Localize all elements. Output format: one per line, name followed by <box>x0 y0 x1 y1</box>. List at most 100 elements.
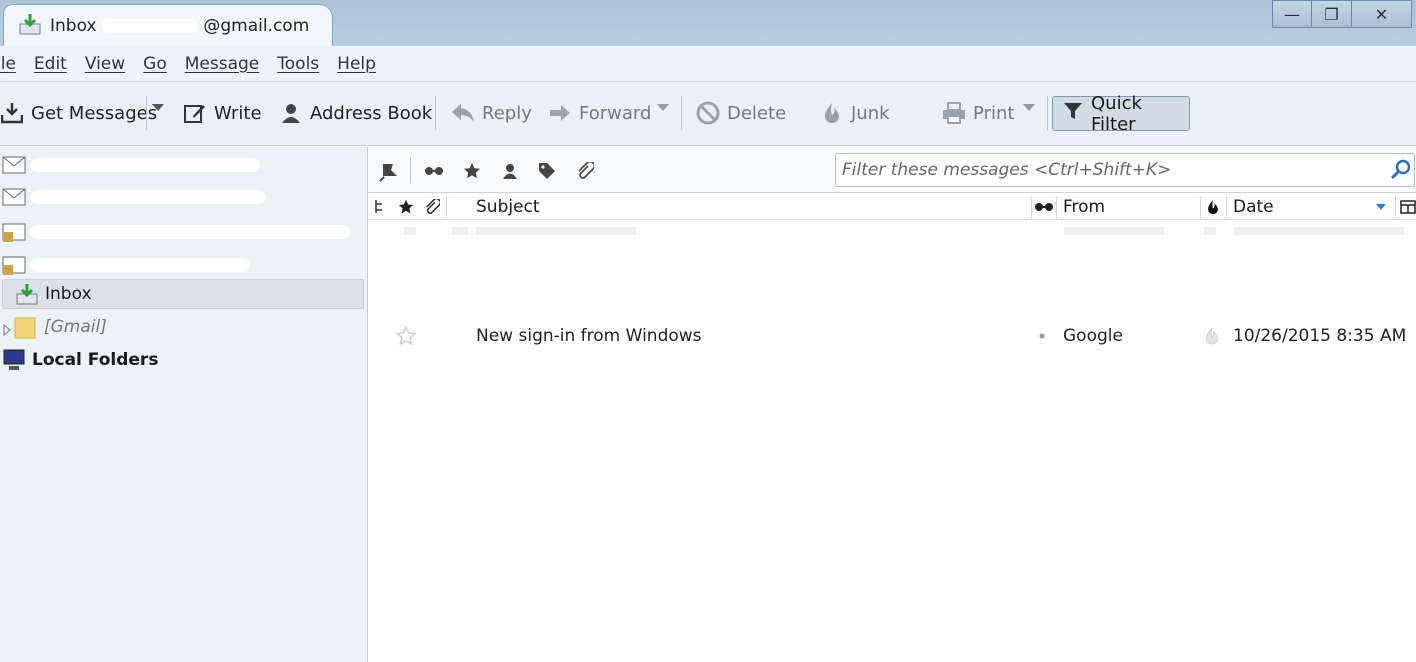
delete-circle-icon <box>696 101 720 125</box>
forward-button[interactable]: Forward <box>548 96 651 130</box>
window-controls: — ❐ ✕ <box>1272 0 1412 28</box>
menu-help[interactable]: Help <box>337 54 376 74</box>
subject-column-header[interactable]: Subject <box>476 194 540 220</box>
person-icon <box>279 101 303 125</box>
paperclip-icon[interactable] <box>573 159 597 183</box>
write-button[interactable]: Write <box>183 96 262 130</box>
pencil-icon <box>183 101 207 125</box>
redacted-address <box>101 19 198 33</box>
quick-filter-bar <box>368 147 1416 193</box>
envelope-icon <box>2 156 26 179</box>
from-column-header[interactable]: From <box>1063 194 1105 220</box>
junk-status-icon[interactable] <box>1204 321 1220 351</box>
title-bar: Inbox @gmail.com — ❐ ✕ <box>0 0 1416 47</box>
menu-view[interactable]: View <box>85 54 125 74</box>
column-separator[interactable] <box>1056 196 1057 218</box>
close-button[interactable]: ✕ <box>1352 0 1412 28</box>
menu-tools[interactable]: Tools <box>277 54 319 74</box>
toolbar-divider <box>435 96 436 130</box>
redacted-account-name <box>30 225 350 239</box>
junk-column-icon[interactable] <box>1206 194 1220 220</box>
column-separator[interactable] <box>1395 196 1396 218</box>
folder-pane: Inbox [Gmail] Local Folders <box>0 147 368 662</box>
search-icon[interactable] <box>1390 159 1412 186</box>
redacted-account-name <box>30 190 266 204</box>
thread-column-icon[interactable] <box>374 194 386 220</box>
forward-dropdown[interactable] <box>657 104 669 111</box>
junk-button[interactable]: Junk <box>820 96 890 130</box>
message-date: 10/26/2015 8:35 AM <box>1233 326 1407 346</box>
folder-inbox[interactable]: Inbox <box>2 279 364 309</box>
get-messages-button[interactable]: Get Messages <box>0 96 157 130</box>
maximize-button[interactable]: ❐ <box>1312 0 1352 28</box>
envelope-icon <box>2 188 26 211</box>
account-1[interactable] <box>0 150 366 180</box>
menu-bar: ile Edit View Go Message Tools Help <box>0 46 1416 82</box>
read-dot-icon[interactable] <box>1039 321 1045 351</box>
star-toggle-icon[interactable] <box>396 321 416 351</box>
expand-triangle-icon[interactable] <box>3 321 11 341</box>
column-separator[interactable] <box>1226 196 1227 218</box>
reply-arrow-icon <box>451 101 475 125</box>
inbox-download-icon <box>18 12 42 41</box>
message-row[interactable]: New sign-in from Windows Google 10/26/20… <box>368 321 1416 351</box>
date-column-header[interactable]: Date <box>1233 194 1274 220</box>
star-column-icon[interactable] <box>398 194 414 220</box>
tab-inbox[interactable]: Inbox @gmail.com <box>3 4 333 47</box>
menu-go[interactable]: Go <box>143 54 167 74</box>
address-book-button[interactable]: Address Book <box>279 96 432 130</box>
folder-inbox-label: Inbox <box>45 284 92 304</box>
toolbar-divider <box>1047 96 1048 130</box>
printer-icon <box>942 101 966 125</box>
menu-edit[interactable]: Edit <box>34 54 67 74</box>
column-separator[interactable] <box>446 196 447 218</box>
thread-pane: Subject From Date New sign-in from <box>368 147 1416 662</box>
account-3[interactable] <box>0 217 366 247</box>
read-status-column-icon[interactable] <box>1034 194 1054 220</box>
folder-icon <box>14 315 36 344</box>
contact-icon[interactable] <box>498 159 522 183</box>
toolbar-divider <box>681 96 682 130</box>
unread-glasses-icon[interactable] <box>422 159 446 183</box>
quick-filter-button[interactable]: Quick Filter <box>1052 93 1190 135</box>
forward-arrow-icon <box>548 101 572 125</box>
locked-envelope-icon <box>2 223 26 248</box>
delete-button[interactable]: Delete <box>696 96 786 130</box>
print-dropdown[interactable] <box>1023 104 1035 111</box>
star-icon[interactable] <box>460 159 484 183</box>
folder-gmail[interactable]: [Gmail] <box>0 312 366 342</box>
folder-local-label: Local Folders <box>32 350 159 370</box>
message-subject: New sign-in from Windows <box>476 326 702 346</box>
column-separator[interactable] <box>1200 196 1201 218</box>
account-4[interactable] <box>0 250 366 280</box>
folder-gmail-label: [Gmail] <box>44 317 107 337</box>
menu-file[interactable]: ile <box>0 54 16 74</box>
message-from: Google <box>1063 326 1123 346</box>
flame-icon <box>820 101 844 125</box>
menu-message[interactable]: Message <box>185 54 260 74</box>
minimize-button[interactable]: — <box>1272 0 1312 28</box>
tab-title: Inbox @gmail.com <box>50 16 310 36</box>
locked-envelope-icon <box>2 256 26 281</box>
column-separator[interactable] <box>1031 196 1032 218</box>
get-messages-dropdown[interactable] <box>152 104 164 111</box>
sort-descending-icon[interactable] <box>1375 194 1387 220</box>
funnel-icon <box>1063 101 1083 126</box>
filter-messages-input[interactable] <box>835 153 1415 187</box>
tag-icon[interactable] <box>535 159 559 183</box>
folder-local[interactable]: Local Folders <box>0 345 366 375</box>
attachment-column-icon[interactable] <box>424 194 440 220</box>
reply-button[interactable]: Reply <box>451 96 532 130</box>
filter-divider <box>410 157 411 183</box>
column-picker-icon[interactable] <box>1400 194 1416 220</box>
sticky-pin-icon[interactable] <box>378 159 402 183</box>
split-divider <box>146 96 147 130</box>
inbox-download-icon <box>15 282 39 311</box>
redacted-account-name <box>30 258 250 272</box>
download-icon <box>0 101 24 125</box>
redacted-account-name <box>30 158 260 172</box>
main-toolbar: Get Messages Write Address Book Reply Fo… <box>0 82 1416 146</box>
account-2[interactable] <box>0 182 366 212</box>
column-header: Subject From Date <box>368 194 1416 220</box>
print-button[interactable]: Print <box>942 96 1014 130</box>
